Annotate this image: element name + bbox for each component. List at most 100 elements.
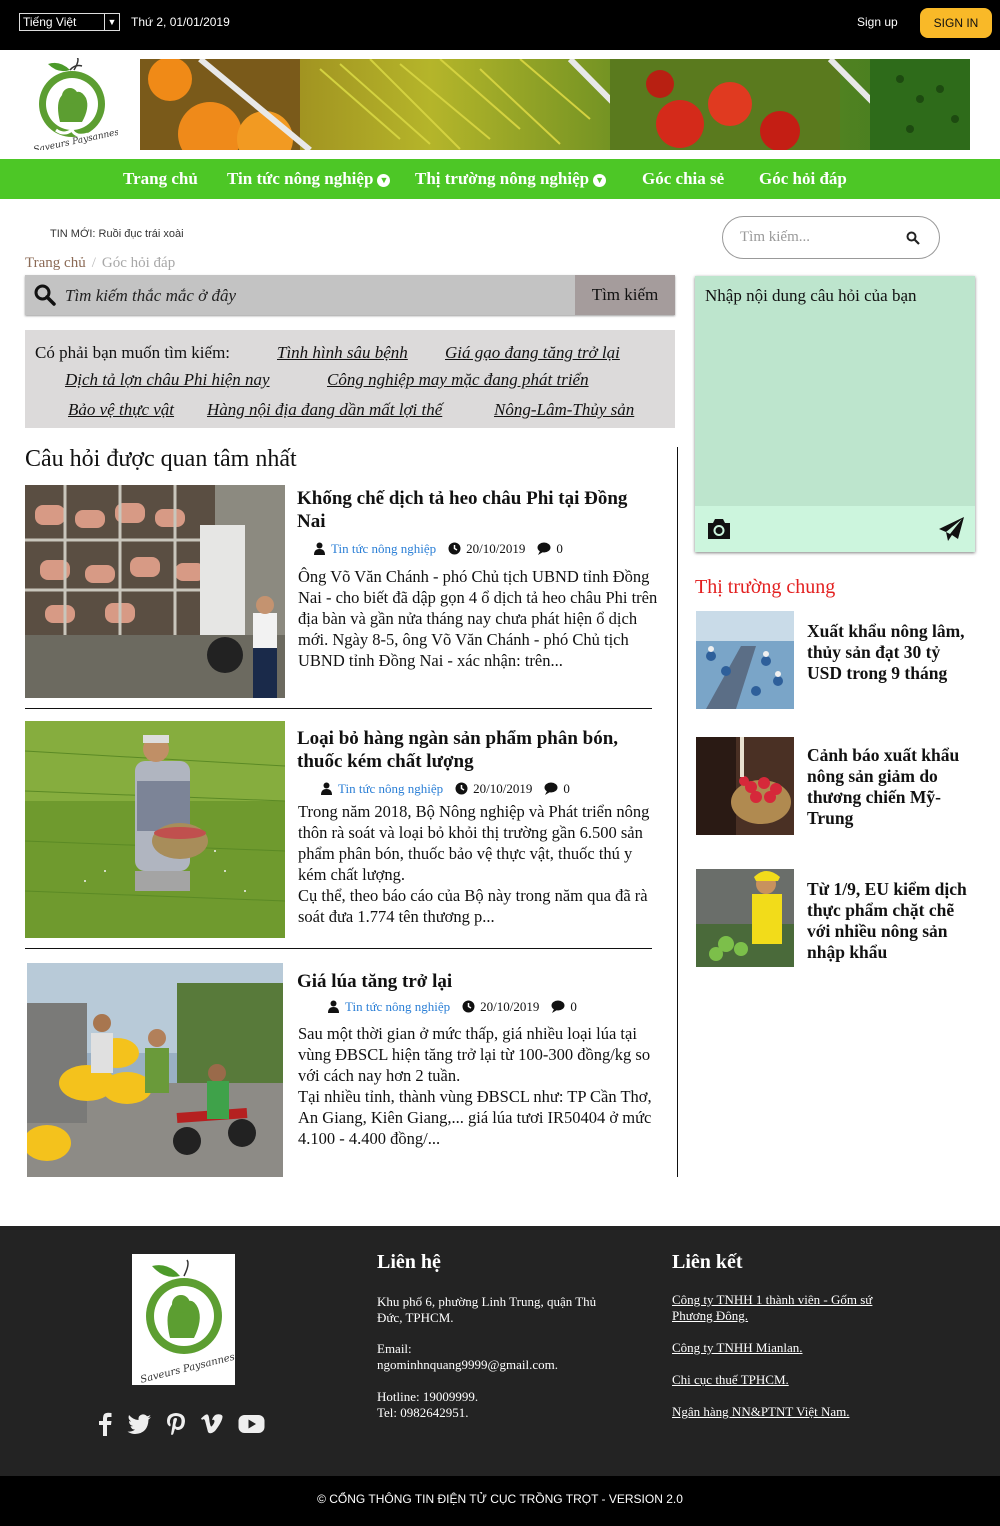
suggestion-label: Có phải bạn muốn tìm kiếm:: [35, 343, 231, 362]
market-section-title: Thị trường chung: [695, 576, 836, 598]
youtube-icon[interactable]: [238, 1412, 265, 1436]
article-comment-count: 0: [570, 999, 577, 1014]
article-meta: Tin tức nông nghiệp 20/10/2019 0: [320, 781, 582, 797]
clock-icon: [462, 1000, 475, 1013]
suggestion-link[interactable]: Tình hình sâu bệnh: [277, 343, 408, 363]
nav-qa[interactable]: Góc hỏi đáp: [759, 169, 847, 189]
twitter-icon[interactable]: [127, 1412, 152, 1436]
search-icon[interactable]: [906, 231, 920, 245]
footer-link[interactable]: Công ty TNHH 1 thành viên - Gốm sứ Phươn…: [672, 1292, 907, 1324]
news-ticker[interactable]: TIN MỚI: Ruồi đục trái xoài: [50, 228, 184, 240]
article-category[interactable]: Tin tức nông nghiệp: [338, 781, 443, 796]
article-divider: [25, 948, 652, 949]
camera-icon[interactable]: [706, 518, 732, 540]
market-item-title[interactable]: Cảnh báo xuất khẩu nông sản giảm do thươ…: [807, 745, 972, 829]
chevron-down-icon: ▼: [377, 173, 391, 187]
search-icon: [34, 284, 56, 306]
contact-hotline: Hotline: 19009999.: [377, 1389, 479, 1404]
dropdown-arrow-icon: ▼: [104, 14, 119, 30]
site-search-placeholder: Tìm kiếm...: [740, 229, 810, 245]
qa-search-bar[interactable]: Tìm kiếm thắc mắc ở đây Tìm kiếm: [25, 275, 675, 315]
contact-email[interactable]: ngominhnquang9999@gmail.com.: [377, 1357, 558, 1373]
suggestion-link[interactable]: Công nghiệp may mặc đang phát triển: [327, 370, 589, 390]
breadcrumb-home[interactable]: Trang chủ: [25, 255, 86, 271]
user-icon: [321, 782, 332, 795]
header-banner: [140, 59, 970, 150]
contact-email-label: Email:: [377, 1341, 412, 1356]
article-image[interactable]: [27, 963, 283, 1177]
breadcrumb: Trang chủ / Góc hỏi đáp: [25, 255, 176, 271]
links-heading: Liên kết: [672, 1251, 743, 1273]
ask-question-placeholder: Nhập nội dung câu hỏi của bạn: [705, 286, 917, 305]
section-title: Câu hỏi được quan tâm nhất: [25, 446, 297, 472]
article-meta: Tin tức nông nghiệp 20/10/2019 0: [313, 541, 575, 557]
market-item-title[interactable]: Từ 1/9, EU kiểm dịch thực phẩm chặt chẽ …: [807, 879, 972, 963]
suggestion-link[interactable]: Nông-Lâm-Thủy sản: [494, 400, 634, 420]
breadcrumb-current: Góc hỏi đáp: [101, 255, 176, 271]
nav-agri-news[interactable]: Tin tức nông nghiệp ▼: [227, 169, 391, 189]
qa-search-placeholder: Tìm kiếm thắc mắc ở đây: [65, 286, 237, 305]
article-meta: Tin tức nông nghiệp 20/10/2019 0: [327, 999, 589, 1015]
nav-home[interactable]: Trang chủ: [123, 169, 198, 189]
contact-heading: Liên hệ: [377, 1251, 441, 1273]
article-excerpt: Ông Võ Văn Chánh - phó Chủ tịch UBND tỉn…: [298, 567, 658, 670]
article-category[interactable]: Tin tức nông nghiệp: [331, 541, 436, 556]
comment-icon: [544, 782, 558, 795]
article-image[interactable]: [25, 485, 285, 698]
suggestion-link[interactable]: Bảo vệ thực vật: [68, 400, 174, 420]
site-search[interactable]: Tìm kiếm...: [722, 216, 940, 259]
contact-address: Khu phố 6, phường Linh Trung, quận Thủ Đ…: [377, 1294, 597, 1325]
footer-link[interactable]: Chi cục thuế TPHCM.: [672, 1372, 789, 1388]
pinterest-icon[interactable]: [166, 1412, 186, 1436]
current-date: Thứ 2, 01/01/2019: [131, 15, 230, 29]
market-thumbnail[interactable]: [696, 611, 794, 709]
comment-icon: [537, 542, 551, 555]
ask-toolbar: [695, 506, 975, 552]
article-image[interactable]: [25, 721, 285, 938]
market-item-title[interactable]: Xuất khẩu nông lâm, thủy sản đạt 30 tỷ U…: [807, 621, 972, 684]
article-comment-count: 0: [556, 541, 563, 556]
article-excerpt-continued: Tại nhiều tỉnh, thành vùng ĐBSCL như: TP…: [298, 1087, 652, 1148]
user-icon: [314, 542, 325, 555]
article-excerpt: Trong năm 2018, Bộ Nông nghiệp và Phát t…: [298, 802, 650, 884]
vimeo-icon[interactable]: [201, 1412, 223, 1436]
market-thumbnail[interactable]: [696, 869, 794, 967]
user-icon: [328, 1000, 339, 1013]
clock-icon: [448, 542, 461, 555]
footer-link[interactable]: Ngân hàng NN&PTNT Việt Nam.: [672, 1404, 849, 1420]
market-thumbnail[interactable]: [696, 737, 794, 835]
suggestion-link[interactable]: Giá gạo đang tăng trở lại: [445, 343, 620, 363]
facebook-icon[interactable]: [98, 1412, 112, 1436]
article-title[interactable]: Giá lúa tăng trở lại: [297, 970, 657, 993]
suggestion-link[interactable]: Dịch tả lợn châu Phi hiện nay: [65, 370, 270, 390]
send-icon[interactable]: [938, 516, 965, 542]
ask-question-box[interactable]: Nhập nội dung câu hỏi của bạn: [695, 276, 975, 552]
article-date: 20/10/2019: [466, 541, 526, 556]
contact-tel: Tel: 0982642951.: [377, 1405, 469, 1420]
footer-logo[interactable]: Saveurs Paysannes: [132, 1254, 235, 1385]
language-select[interactable]: Tiếng Việt ▼: [19, 13, 120, 31]
article-comment-count: 0: [563, 781, 570, 796]
article-title[interactable]: Loại bỏ hàng ngàn sản phẩm phân bón, thu…: [297, 727, 657, 773]
article-date: 20/10/2019: [473, 781, 533, 796]
chevron-down-icon: ▼: [593, 173, 607, 187]
qa-search-button[interactable]: Tìm kiếm: [575, 275, 675, 315]
language-value: Tiếng Việt: [23, 15, 77, 29]
suggestion-link[interactable]: Hàng nội địa đang dần mất lợi thế: [207, 400, 442, 420]
site-logo[interactable]: Saveurs Paysannes: [30, 58, 118, 150]
signin-button[interactable]: SIGN IN: [920, 8, 992, 38]
main-nav: Trang chủ Tin tức nông nghiệp ▼ Thị trườn…: [0, 159, 1000, 199]
article-excerpt: Sau một thời gian ở mức thấp, giá nhiều …: [298, 1024, 651, 1085]
nav-sharing[interactable]: Góc chia sẻ: [642, 169, 724, 189]
signup-link[interactable]: Sign up: [857, 15, 898, 29]
article-title[interactable]: Khống chế dịch tả heo châu Phi tại Đồng …: [297, 487, 657, 533]
suggestion-box: Có phải bạn muốn tìm kiếm: Tình hình sâu…: [25, 330, 675, 428]
comment-icon: [551, 1000, 565, 1013]
footer-link[interactable]: Công ty TNHH Mianlan.: [672, 1340, 802, 1356]
article-divider: [25, 708, 652, 709]
clock-icon: [455, 782, 468, 795]
article-category[interactable]: Tin tức nông nghiệp: [345, 999, 450, 1014]
article-excerpt-continued: Cụ thể, theo báo cáo của Bộ này trong nă…: [298, 886, 648, 926]
article-date: 20/10/2019: [480, 999, 540, 1014]
nav-agri-market[interactable]: Thị trường nông nghiệp ▼: [415, 169, 607, 189]
